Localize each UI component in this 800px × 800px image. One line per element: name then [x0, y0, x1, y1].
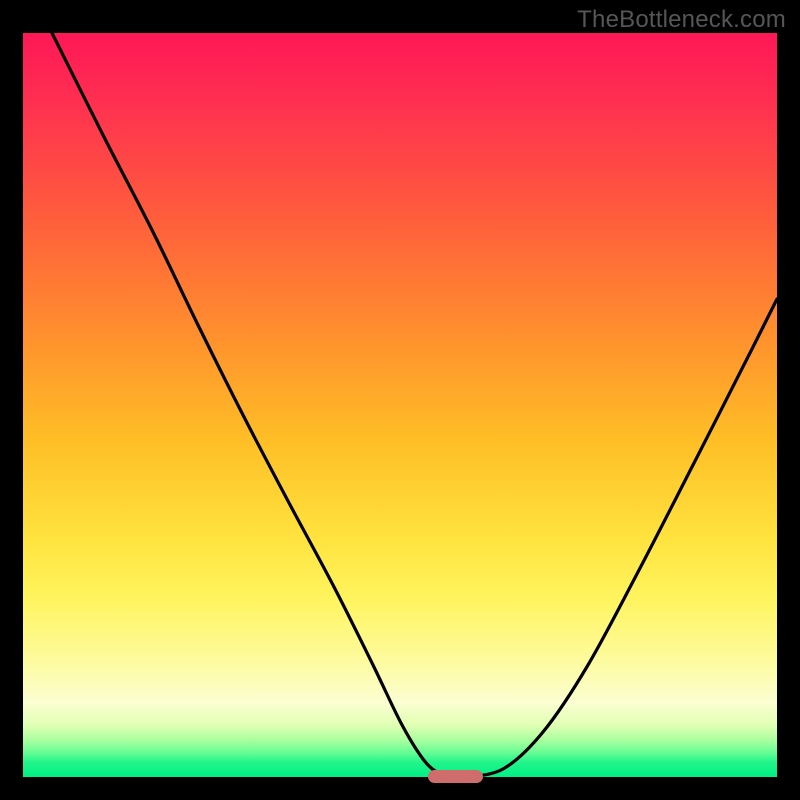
- curve-svg: [23, 33, 777, 777]
- bottleneck-curve: [52, 33, 777, 778]
- plot-area: [23, 33, 777, 777]
- attribution-text: TheBottleneck.com: [577, 6, 786, 34]
- chart-frame: TheBottleneck.com: [0, 0, 800, 800]
- optimal-range-marker: [428, 770, 483, 783]
